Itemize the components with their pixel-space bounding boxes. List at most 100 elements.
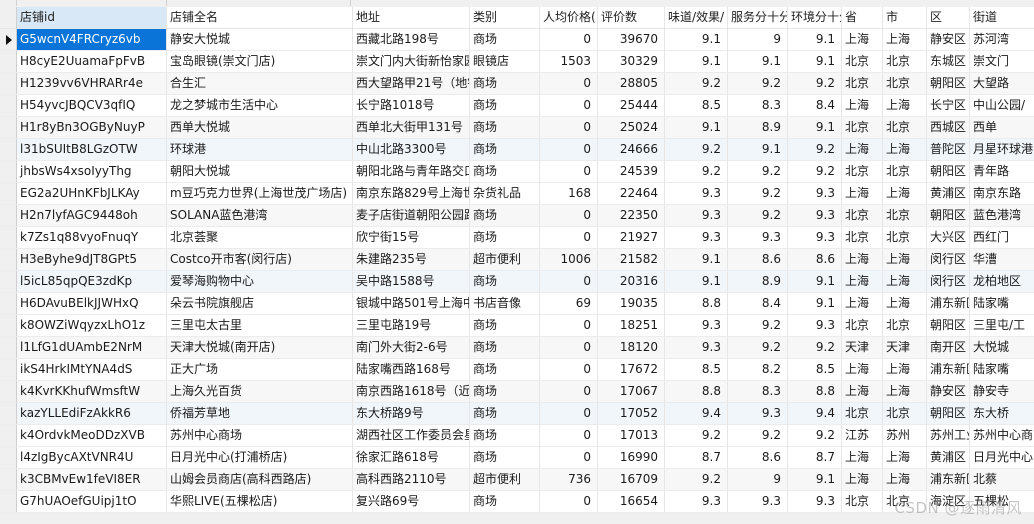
table-cell[interactable]: 南京东路829号上海世 <box>353 183 470 204</box>
table-cell[interactable]: 9.2 <box>728 337 788 358</box>
table-cell[interactable]: H1r8yBn3OGByNuyP <box>17 117 167 138</box>
table-cell[interactable]: 8.5 <box>665 95 728 116</box>
table-cell[interactable]: 北京 <box>883 161 927 182</box>
table-cell[interactable]: 日月光中心(打浦桥店) <box>167 447 353 468</box>
table-cell[interactable]: 8.8 <box>665 381 728 402</box>
table-cell[interactable]: 书店音像 <box>470 293 540 314</box>
table-cell[interactable]: 商场 <box>470 161 540 182</box>
table-cell[interactable]: jhbsWs4xsoIyyThg <box>17 161 167 182</box>
table-cell[interactable]: 9.2 <box>728 73 788 94</box>
table-cell[interactable]: 爱琴海购物中心 <box>167 271 353 292</box>
table-cell[interactable]: 18120 <box>598 337 665 358</box>
table-cell[interactable]: 静安寺 <box>970 381 1034 402</box>
column-header-12[interactable]: 街道 <box>970 7 1034 28</box>
table-cell[interactable]: 商场 <box>470 491 540 512</box>
table-cell[interactable]: 9.1 <box>788 469 842 490</box>
table-cell[interactable]: 静安区 <box>927 29 970 50</box>
row-indicator[interactable] <box>0 139 17 160</box>
table-cell[interactable]: 苏州中心商 <box>970 425 1034 446</box>
table-cell[interactable]: 陆家嘴 <box>970 359 1034 380</box>
column-header-5[interactable]: 评价数 <box>598 7 665 28</box>
table-cell[interactable]: 8.6 <box>788 249 842 270</box>
table-cell[interactable]: 17067 <box>598 381 665 402</box>
table-cell[interactable]: 商场 <box>470 73 540 94</box>
table-cell[interactable]: 上海 <box>883 95 927 116</box>
table-cell[interactable]: k8OWZiWqyzxLhO1z <box>17 315 167 336</box>
table-cell[interactable]: kazYLLEdiFzAkkR6 <box>17 403 167 424</box>
table-cell[interactable]: 9.3 <box>788 205 842 226</box>
table-cell[interactable]: 8.4 <box>788 95 842 116</box>
table-cell[interactable]: 苏州 <box>883 425 927 446</box>
table-cell[interactable]: 9.2 <box>728 205 788 226</box>
table-cell[interactable]: 8.8 <box>788 381 842 402</box>
table-cell[interactable]: 0 <box>540 227 598 248</box>
table-cell[interactable]: 9.3 <box>665 337 728 358</box>
table-cell[interactable]: 银城中路501号上海中 <box>353 293 470 314</box>
table-cell[interactable]: 上海 <box>842 271 883 292</box>
table-cell[interactable]: H54yvcJBQCV3qfIQ <box>17 95 167 116</box>
table-cell[interactable]: 西大望路甲21号（地铁 <box>353 73 470 94</box>
table-cell[interactable]: 9.2 <box>665 73 728 94</box>
table-cell[interactable]: 上海 <box>842 447 883 468</box>
row-indicator[interactable] <box>0 403 17 424</box>
table-row[interactable]: H1r8yBn3OGByNuyP 西单大悦城 西单北大街甲131号（ 商场 0 25024… <box>0 117 1034 139</box>
row-indicator[interactable] <box>0 183 17 204</box>
table-cell[interactable]: 9.3 <box>665 315 728 336</box>
row-indicator[interactable] <box>0 315 17 336</box>
table-cell[interactable]: 西城区 <box>927 117 970 138</box>
table-cell[interactable]: 0 <box>540 337 598 358</box>
table-cell[interactable]: 商场 <box>470 29 540 50</box>
table-cell[interactable]: 0 <box>540 205 598 226</box>
table-cell[interactable]: k3CBMvEw1feVI8ER <box>17 469 167 490</box>
table-cell[interactable]: 0 <box>540 271 598 292</box>
table-cell[interactable]: 欣宁街15号 <box>353 227 470 248</box>
table-cell[interactable]: 朝阳大悦城 <box>167 161 353 182</box>
table-cell[interactable]: 9.3 <box>728 227 788 248</box>
table-cell[interactable]: 上海 <box>883 359 927 380</box>
table-cell[interactable]: 168 <box>540 183 598 204</box>
table-cell[interactable]: 上海 <box>842 381 883 402</box>
table-cell[interactable]: 朝阳区 <box>927 315 970 336</box>
table-cell[interactable]: 30329 <box>598 51 665 72</box>
table-cell[interactable]: 东城区 <box>927 51 970 72</box>
table-cell[interactable]: 杂货礼品 <box>470 183 540 204</box>
table-cell[interactable]: 0 <box>540 447 598 468</box>
table-cell[interactable]: 大望路 <box>970 73 1034 94</box>
table-cell[interactable]: 0 <box>540 359 598 380</box>
column-header-0[interactable]: 店铺id <box>17 7 167 28</box>
table-cell[interactable]: 8.9 <box>728 117 788 138</box>
row-indicator[interactable] <box>0 73 17 94</box>
table-cell[interactable]: 西单 <box>970 117 1034 138</box>
table-cell[interactable]: 麦子店街道朝阳公园路 <box>353 205 470 226</box>
table-cell[interactable]: 9.1 <box>788 29 842 50</box>
table-cell[interactable]: 9.1 <box>788 293 842 314</box>
table-cell[interactable]: 北京 <box>842 205 883 226</box>
table-cell[interactable]: 9.2 <box>788 425 842 446</box>
table-cell[interactable]: 9.1 <box>788 117 842 138</box>
table-cell[interactable]: 北京荟聚 <box>167 227 353 248</box>
table-cell[interactable]: 商场 <box>470 315 540 336</box>
table-cell[interactable]: 闵行区 <box>927 271 970 292</box>
column-header-10[interactable]: 市 <box>883 7 927 28</box>
table-cell[interactable]: 龙之梦城市生活中心 <box>167 95 353 116</box>
table-cell[interactable]: 苏河湾 <box>970 29 1034 50</box>
table-cell[interactable]: 上海 <box>842 139 883 160</box>
table-cell[interactable]: 天津大悦城(南开店) <box>167 337 353 358</box>
table-cell[interactable]: 9.3 <box>788 227 842 248</box>
table-cell[interactable]: 9.2 <box>728 315 788 336</box>
table-cell[interactable]: 商场 <box>470 447 540 468</box>
table-cell[interactable]: Costco开市客(闵行店) <box>167 249 353 270</box>
table-cell[interactable]: 黄浦区 <box>927 183 970 204</box>
table-row[interactable]: H2n7lyfAGC9448oh SOLANA蓝色港湾 麦子店街道朝阳公园路 商场 0 2… <box>0 205 1034 227</box>
table-cell[interactable]: 9.1 <box>665 249 728 270</box>
table-cell[interactable]: 商场 <box>470 381 540 402</box>
row-indicator[interactable] <box>0 425 17 446</box>
table-cell[interactable]: 南京西路1618号（近 <box>353 381 470 402</box>
table-cell[interactable]: 上海 <box>883 447 927 468</box>
table-row[interactable]: k4OrdvkMeoDDzXVB 苏州中心商场 湖西社区工作委员会星 商场 0 17013… <box>0 425 1034 447</box>
table-cell[interactable]: 静安大悦城 <box>167 29 353 50</box>
table-cell[interactable]: 天津 <box>842 337 883 358</box>
table-row[interactable]: H1239vv6VHRARr4e 合生汇 西大望路甲21号（地铁 商场 0 28805 9.… <box>0 73 1034 95</box>
table-cell[interactable]: 北京 <box>842 51 883 72</box>
table-cell[interactable]: 22464 <box>598 183 665 204</box>
